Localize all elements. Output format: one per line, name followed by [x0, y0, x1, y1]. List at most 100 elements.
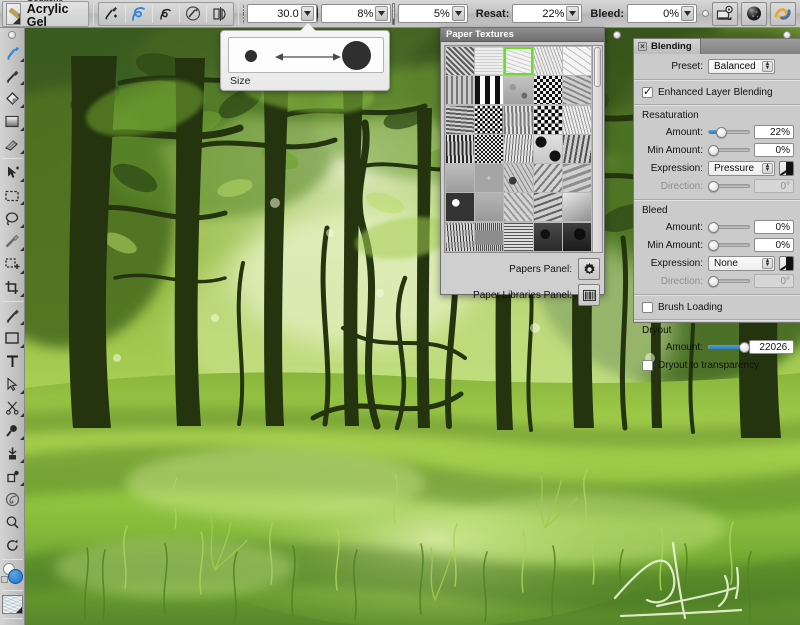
paper-texture-swatch[interactable]	[446, 222, 475, 251]
tool-brush[interactable]	[0, 41, 25, 64]
paper-texture-swatch[interactable]	[562, 164, 592, 193]
paper-texture-swatch[interactable]	[504, 76, 533, 105]
expression-row[interactable]: Expression: None ▲ ▼	[640, 255, 794, 271]
row-value[interactable]: 0%	[754, 143, 794, 157]
min-amount-row[interactable]: Min Amount: 0%	[640, 237, 794, 253]
paper-texture-swatch[interactable]	[504, 47, 533, 75]
opacity-dropdown-arrow[interactable]	[375, 6, 389, 21]
brush-tracking-icon[interactable]	[99, 3, 125, 25]
tool-rectangular-selection[interactable]	[0, 184, 25, 207]
paper-texture-swatch[interactable]	[475, 76, 504, 105]
color-sets-swatch[interactable]	[0, 576, 8, 583]
tool-text[interactable]	[0, 350, 25, 373]
preset-row[interactable]: Preset: Balanced ▲ ▼	[640, 58, 794, 74]
paper-texture-swatch[interactable]	[504, 134, 533, 163]
tool-layer-adjuster[interactable]	[0, 161, 25, 184]
brush-size-field[interactable]: 30.0	[246, 4, 317, 23]
checkbox-icon[interactable]	[642, 360, 653, 371]
resat-field[interactable]: 22%	[512, 4, 583, 23]
papers-panel-row[interactable]: Papers Panel:	[444, 256, 603, 282]
paper-textures-scroll-thumb[interactable]	[594, 47, 602, 87]
paper-texture-swatch[interactable]	[475, 222, 504, 251]
row-value[interactable]: 0%	[754, 238, 794, 252]
tool-magic-wand[interactable]	[0, 230, 25, 253]
tool-lasso[interactable]	[0, 207, 25, 230]
amount-row[interactable]: Amount: 22%	[640, 124, 794, 140]
paper-texture-swatch[interactable]	[533, 47, 562, 75]
row-value[interactable]: 0%	[754, 220, 794, 234]
close-icon[interactable]: ×	[638, 42, 647, 51]
primary-color-swatch[interactable]	[7, 569, 23, 584]
expression-stepper-icon[interactable]: ▲ ▼	[762, 257, 773, 269]
preset-stepper-icon[interactable]: ▲ ▼	[762, 60, 773, 72]
paper-texture-swatch[interactable]	[446, 105, 475, 134]
invert-expression-icon[interactable]	[779, 160, 794, 176]
min-amount-row[interactable]: Min Amount: 0%	[640, 142, 794, 158]
paper-texture-swatch[interactable]	[0, 593, 25, 616]
paper-texture-swatch[interactable]	[562, 105, 592, 134]
tool-shape[interactable]	[0, 327, 25, 350]
paper-texture-swatch[interactable]	[504, 222, 533, 251]
dryout-amount-slider[interactable]	[708, 340, 751, 354]
paper-libraries-panel-row[interactable]: Paper Libraries Panel:	[444, 282, 603, 308]
opacity-icon[interactable]	[317, 3, 319, 24]
tool-paint-bucket[interactable]	[0, 87, 25, 110]
checkbox-icon[interactable]	[642, 85, 653, 98]
paper-grain-icon[interactable]	[391, 2, 395, 25]
tab-blending[interactable]: × Blending	[634, 39, 701, 54]
value-slider[interactable]	[708, 238, 750, 252]
opacity-field[interactable]: 8%	[321, 4, 392, 23]
paper-texture-swatch[interactable]	[475, 47, 504, 75]
paper-texture-swatch[interactable]	[475, 193, 504, 222]
paper-texture-swatch[interactable]	[446, 193, 475, 222]
tool-rotate-page[interactable]	[0, 534, 25, 557]
row-value[interactable]: 22%	[754, 125, 794, 139]
tool-gradient[interactable]	[0, 110, 25, 133]
size-preview-box[interactable]	[228, 37, 384, 73]
current-brush-indicator[interactable]: Acrylics and Gouache Acrylic Gel Wash 2	[2, 0, 89, 42]
expression-stepper-icon[interactable]: ▲ ▼	[762, 162, 773, 174]
paper-texture-swatch[interactable]	[475, 134, 504, 163]
paper-texture-swatch[interactable]	[562, 76, 592, 105]
dryout-amount-value[interactable]: 22026.	[749, 340, 794, 354]
color-mixer-icon[interactable]	[770, 1, 796, 26]
color-swatches[interactable]	[0, 562, 25, 588]
blending-panel[interactable]: × Blending Preset: Balanced ▲▼ Enhan	[633, 38, 800, 371]
expression-select[interactable]: Pressure ▲ ▼	[708, 160, 775, 176]
amount-row[interactable]: Amount: 0%	[640, 219, 794, 235]
books-icon[interactable]	[578, 284, 600, 306]
paper-texture-swatch[interactable]	[533, 105, 562, 134]
brush-size-icon[interactable]	[242, 3, 244, 24]
paper-texture-swatch[interactable]	[533, 76, 562, 105]
paper-textures-scrollbar[interactable]	[592, 46, 602, 252]
paper-texture-swatch[interactable]	[504, 105, 533, 134]
tool-dropper[interactable]	[0, 64, 25, 87]
value-slider[interactable]	[708, 143, 750, 157]
tool-pen[interactable]	[0, 304, 25, 327]
value-slider[interactable]	[708, 220, 750, 234]
stroke-smooth-icon[interactable]	[126, 3, 152, 25]
tool-shape-selection[interactable]	[0, 373, 25, 396]
toolbar-drag-handle[interactable]	[702, 10, 709, 17]
brush-loading-checkbox[interactable]: Brush Loading	[640, 299, 794, 316]
paper-texture-swatch[interactable]	[446, 164, 475, 193]
mirror-icon[interactable]	[207, 3, 233, 25]
invert-expression-icon[interactable]	[779, 255, 794, 271]
paper-texture-swatch[interactable]	[446, 76, 475, 105]
bleed-dropdown-arrow[interactable]	[681, 6, 694, 21]
paper-texture-swatch[interactable]	[446, 47, 475, 75]
tool-crop[interactable]	[0, 276, 25, 299]
brush-control-panels-icon[interactable]	[712, 1, 738, 26]
paper-selector-icon[interactable]	[741, 1, 767, 26]
paper-texture-swatch[interactable]	[475, 105, 504, 134]
dryout-amount-row[interactable]: Amount: 22026.	[640, 339, 794, 355]
tool-magnifier[interactable]	[0, 511, 25, 534]
tool-rubber-stamp[interactable]	[0, 442, 25, 465]
stroke-raw-icon[interactable]	[153, 3, 179, 25]
grain-field[interactable]: 5%	[397, 4, 468, 23]
paper-texture-swatch[interactable]	[504, 164, 533, 193]
brush-size-dropdown-arrow[interactable]	[300, 6, 314, 21]
expression-select[interactable]: None ▲ ▼	[708, 255, 775, 271]
tool-divine-proportion[interactable]	[0, 488, 25, 511]
paper-textures-grid[interactable]	[445, 46, 592, 252]
